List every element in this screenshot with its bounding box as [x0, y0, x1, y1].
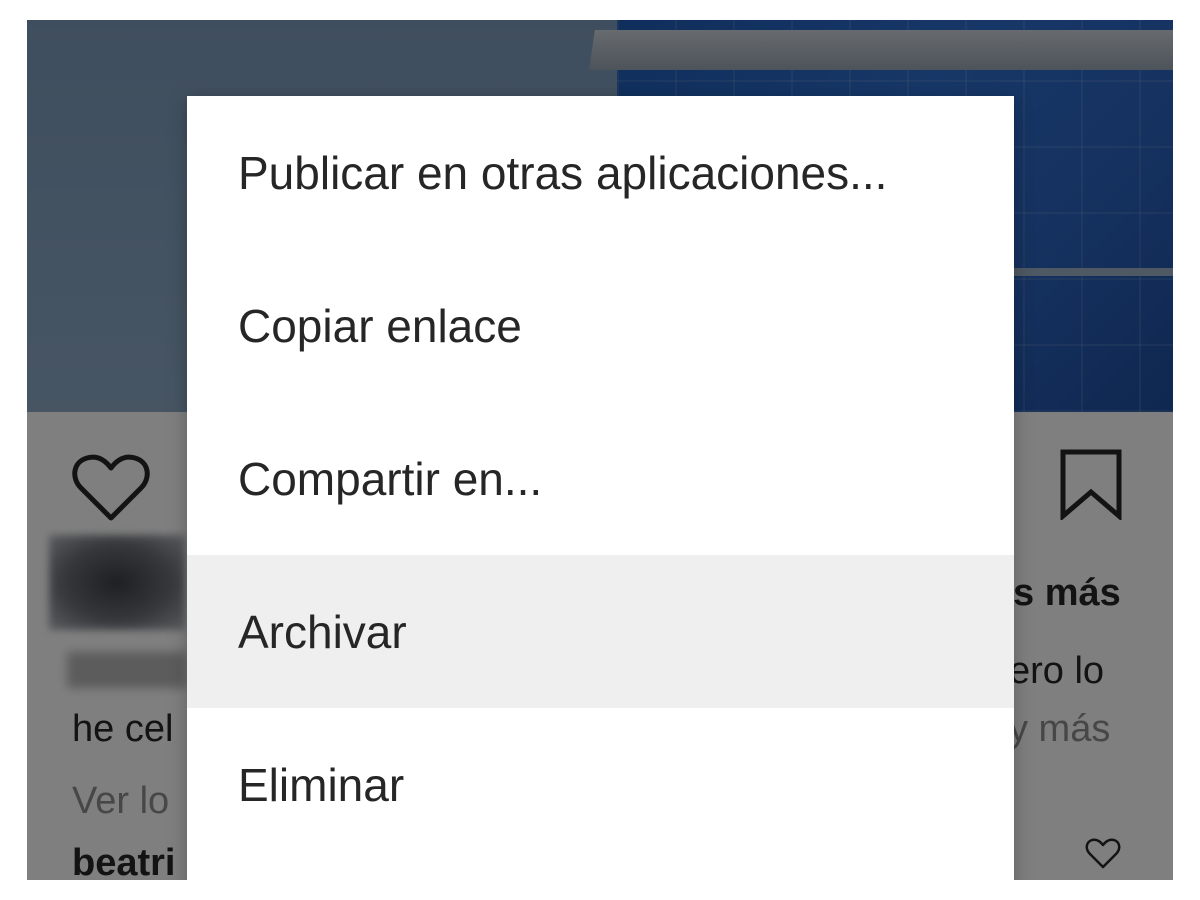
menu-item-label: Eliminar: [238, 758, 405, 811]
menu-item-copy-link[interactable]: Copiar enlace: [187, 249, 1014, 402]
menu-item-label: Compartir en...: [238, 452, 543, 505]
menu-item-share-on[interactable]: Compartir en...: [187, 402, 1014, 555]
menu-item-archive[interactable]: Archivar: [187, 555, 1014, 708]
menu-item-label: Publicar en otras aplicaciones...: [238, 146, 888, 199]
menu-item-delete[interactable]: Eliminar: [187, 708, 1014, 861]
app-screen: s más ero lo he cel y más Ver lo beatri …: [27, 20, 1173, 880]
menu-item-label: Archivar: [238, 605, 407, 658]
menu-item-share-other-apps[interactable]: Publicar en otras aplicaciones...: [187, 96, 1014, 249]
options-menu: Publicar en otras aplicaciones... Copiar…: [187, 96, 1014, 880]
menu-item-label: Copiar enlace: [238, 299, 522, 352]
